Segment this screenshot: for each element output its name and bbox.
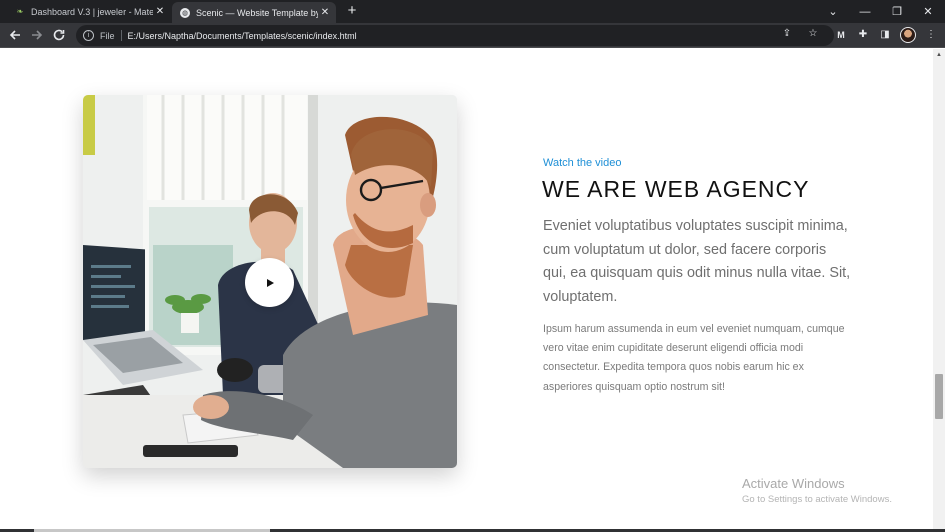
star-icon[interactable]: ☆ [806,27,820,41]
minimize-button[interactable]: — [848,0,882,23]
tab-title: Scenic — Website Template by C [196,7,318,18]
leaf-favicon-icon: ❧ [16,7,24,16]
new-tab-button[interactable]: + [344,3,360,19]
lead-paragraph: Eveniet voluptatibus voluptates suscipit… [543,218,851,305]
url-scheme: File [100,30,115,41]
m-extension-icon[interactable]: M [834,28,848,42]
watch-video-link[interactable]: Watch the video [543,157,621,169]
back-button[interactable] [6,26,24,44]
play-icon [267,278,274,287]
tab-dashboard[interactable]: ❧ Dashboard V.3 | jeweler - Materi ✕ [0,0,171,23]
sidepanel-icon[interactable]: ◨ [878,28,892,42]
reload-icon [53,29,65,41]
url-text[interactable]: E:/Users/Naptha/Documents/Templates/scen… [128,31,357,41]
globe-favicon-icon: ◍ [180,7,190,18]
scroll-up-arrow-icon[interactable]: ▲ [933,50,945,60]
info-icon[interactable]: i [83,30,94,41]
forward-button[interactable] [28,26,46,44]
tab-title: Dashboard V.3 | jeweler - Materi [31,6,153,17]
section-title: WE ARE WEB AGENCY [542,176,810,202]
reload-button[interactable] [50,26,68,44]
browser-toolbar: i File E:/Users/Naptha/Documents/Templat… [0,23,945,48]
vertical-scrollbar[interactable]: ▲ [933,49,945,529]
tab-strip: ❧ Dashboard V.3 | jeweler - Materi ✕ ◍ S… [0,0,945,23]
restore-button[interactable]: ❐ [880,0,914,23]
body-paragraph: Ipsum harum assumenda in eum vel eveniet… [543,323,845,393]
address-bar[interactable]: i File E:/Users/Naptha/Documents/Templat… [76,25,834,46]
tab-search-chevron-icon[interactable]: ⌄ [816,0,850,23]
tab-scenic[interactable]: ◍ Scenic — Website Template by C ✕ [172,2,336,23]
kebab-menu-icon[interactable]: ⋮ [924,28,938,42]
activate-windows-title: Activate Windows [742,476,845,491]
activate-windows-subtitle: Go to Settings to activate Windows. [742,494,892,505]
arrow-right-icon [32,30,43,40]
page-viewport: Watch the video WE ARE WEB AGENCY Evenie… [0,49,933,529]
divider [120,30,122,41]
scrollbar-thumb[interactable] [935,374,943,419]
puzzle-icon[interactable]: ✚ [856,28,870,42]
profile-avatar[interactable] [900,27,916,43]
arrow-left-icon [9,30,20,40]
close-window-button[interactable]: ✕ [911,0,945,23]
close-tab-icon[interactable]: ✕ [153,6,167,17]
close-tab-icon[interactable]: ✕ [318,7,332,18]
share-icon[interactable]: ⇪ [780,27,794,41]
video-thumbnail[interactable] [83,95,457,468]
play-button[interactable] [245,258,294,307]
